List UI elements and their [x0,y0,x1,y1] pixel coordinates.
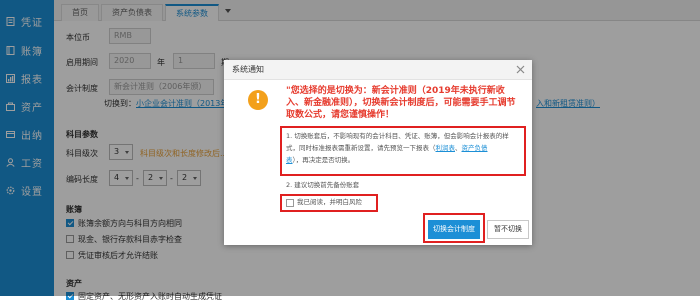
warning-icon: ! [248,90,268,110]
close-icon[interactable] [515,64,526,75]
not-now-button[interactable]: 暂不切换 [487,220,529,239]
system-notice-dialog: 系统通知 ! "您选择的是切换为：新会计准则（2019年未执行新收入、新金融准则… [224,60,532,245]
balance-sheet-link[interactable]: 资产负债 [462,144,488,152]
profit-statement-link[interactable]: 利润表 [436,144,456,152]
confirm-risk-label: 我已阅读，并明白风险 [297,198,362,206]
notice-item1-line1: 1. 切换账套后，不影响现有的会计科目、凭证、账簿，但会影响会计报表的样 [286,132,509,140]
notice-item1-line3: 表），再决定是否切换。 [286,156,355,164]
dialog-headline: "您选择的是切换为：新会计准则（2019年未执行新收入、新金融准则），切换新会计… [286,86,516,120]
notice-item2: 2. 建议切换前先备份账套 [286,181,360,189]
dialog-header: 系统通知 [224,60,532,80]
notice-item1-line2: 式，同时标准报表需重新设置，请先预览一下报表（利润表、资产负债 [286,144,488,152]
dialog-title: 系统通知 [232,65,264,74]
confirm-risk-checkbox[interactable] [286,199,294,207]
switch-standard-button[interactable]: 切换会计制度 [428,220,480,239]
